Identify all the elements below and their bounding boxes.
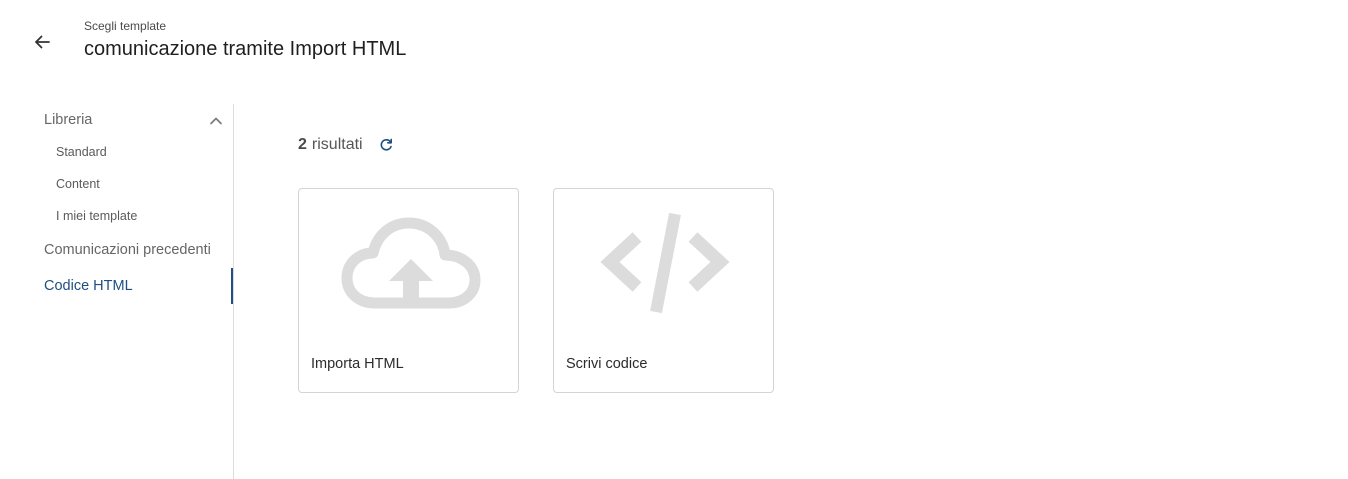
sidebar-item-content[interactable]: Content: [56, 177, 100, 191]
arrow-left-icon: [35, 35, 50, 49]
sidebar-item-i-miei-template[interactable]: I miei template: [56, 209, 137, 223]
sidebar-item-standard[interactable]: Standard: [56, 145, 107, 159]
card-importa-html[interactable]: Importa HTML: [298, 188, 519, 393]
refresh-button[interactable]: [378, 137, 394, 153]
results-count: 2: [298, 136, 307, 153]
refresh-icon: [380, 138, 392, 151]
card-label: Importa HTML: [311, 356, 404, 372]
sidebar: Libreria Standard Content I miei templat…: [0, 104, 234, 479]
page-subtitle: Scegli template: [84, 19, 167, 33]
card-scrivi-codice[interactable]: Scrivi codice: [553, 188, 774, 393]
page-title: comunicazione tramite Import HTML: [84, 38, 407, 60]
sidebar-item-comunicazioni-precedenti[interactable]: Comunicazioni precedenti: [44, 242, 211, 258]
sidebar-item-codice-html[interactable]: Codice HTML: [44, 278, 133, 294]
results-label: risultati: [311, 136, 363, 153]
sidebar-item-libreria[interactable]: Libreria: [44, 112, 92, 128]
chevron-up-icon[interactable]: [209, 114, 223, 128]
card-illustration: [554, 189, 775, 339]
cloud-upload-icon: [341, 217, 480, 309]
back-button[interactable]: [28, 28, 56, 56]
card-label: Scrivi codice: [566, 356, 648, 372]
active-indicator: [231, 268, 233, 304]
results-summary: 2 risultati: [298, 136, 394, 154]
card-illustration: [299, 189, 520, 339]
code-icon: [599, 212, 730, 314]
